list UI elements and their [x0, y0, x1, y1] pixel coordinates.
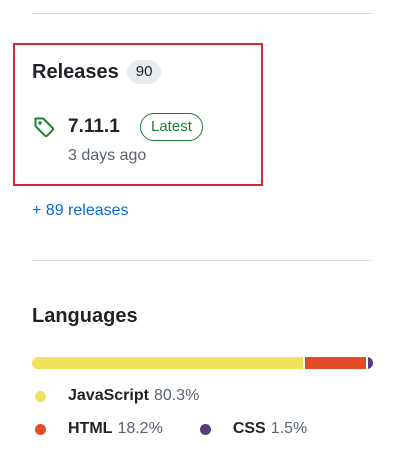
language-name: CSS — [232, 420, 266, 437]
releases-heading: Releases 90 — [32, 58, 162, 86]
language-row: HTML 18.2% CSS 1.5% — [32, 418, 307, 440]
language-percent: 1.5% — [270, 420, 308, 437]
language-bar-segment-html — [304, 357, 366, 369]
language-percent: 18.2% — [117, 420, 163, 437]
section-divider — [32, 13, 373, 14]
language-percent: 80.3% — [153, 387, 200, 404]
tag-icon — [34, 117, 55, 138]
language-dot — [199, 423, 211, 435]
language-item-javascript[interactable]: JavaScript 80.3% — [32, 387, 199, 405]
languages-title: Languages — [32, 305, 138, 327]
language-bar — [32, 357, 373, 369]
releases-title[interactable]: Releases — [32, 61, 119, 84]
language-dot — [35, 423, 46, 435]
language-bar-segment-javascript — [32, 357, 303, 369]
language-bar-segment-css — [367, 357, 373, 369]
release-version[interactable]: 7.11.1 — [68, 116, 120, 138]
language-item-css[interactable]: CSS 1.5% — [197, 420, 307, 438]
language-name: HTML — [68, 420, 113, 437]
language-name: JavaScript — [68, 387, 149, 404]
section-divider — [32, 260, 373, 261]
releases-count-badge: 90 — [126, 60, 162, 84]
release-date: 3 days ago — [68, 147, 147, 164]
latest-badge: Latest — [140, 113, 203, 141]
language-dot — [35, 390, 46, 402]
language-row: JavaScript 80.3% — [32, 385, 199, 407]
more-releases-link[interactable]: + 89 releases — [32, 202, 129, 220]
language-item-html[interactable]: HTML 18.2% — [32, 420, 163, 438]
